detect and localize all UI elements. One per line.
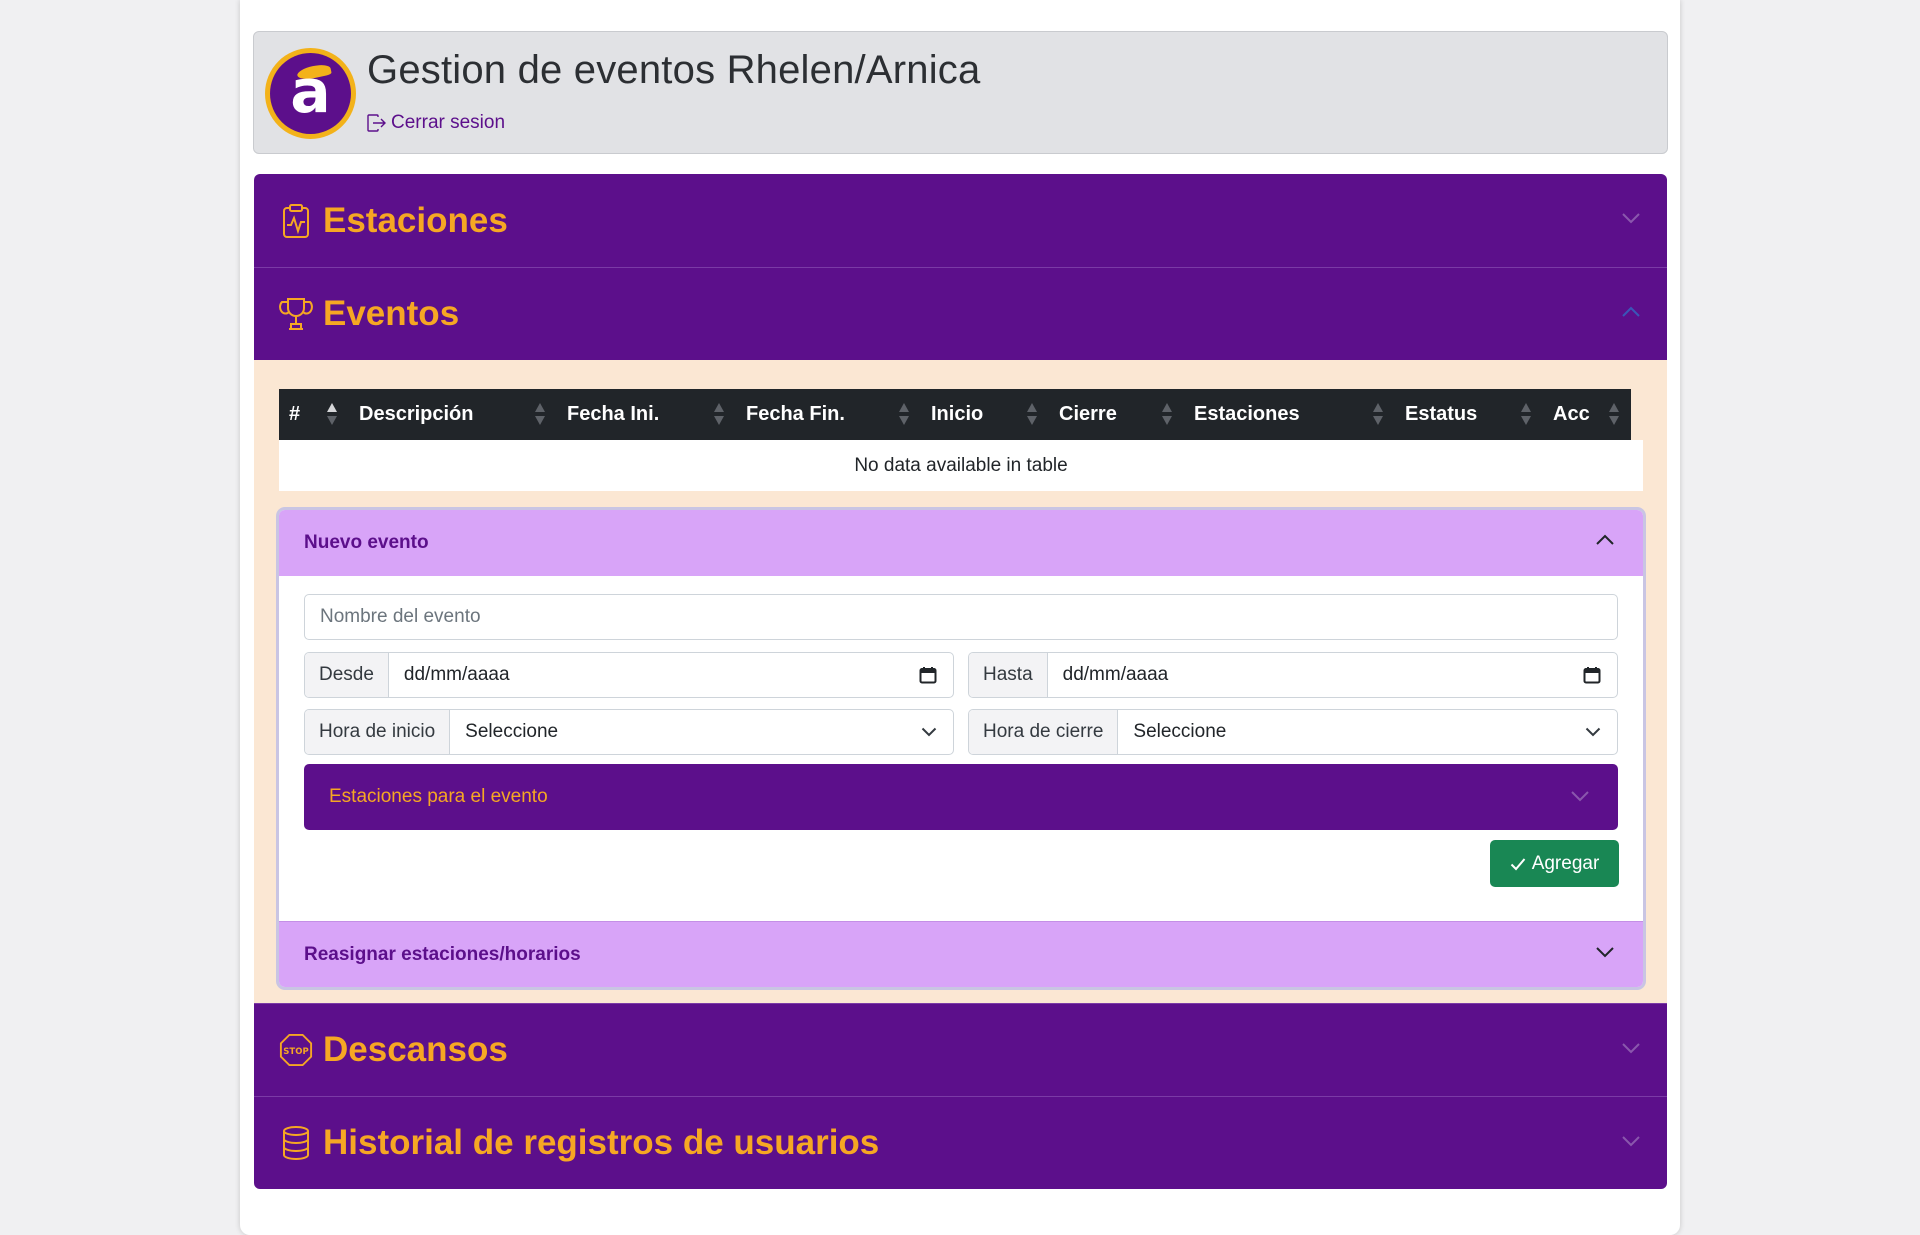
column-header-fecha-ini[interactable]: Fecha Ini. — [557, 389, 736, 440]
sort-icon — [1521, 403, 1531, 425]
svg-text:STOP: STOP — [283, 1047, 308, 1057]
end-time-select[interactable]: Hora de cierre Seleccione — [968, 709, 1618, 755]
clipboard-pulse-icon — [279, 202, 313, 240]
column-header-cierre[interactable]: Cierre — [1049, 389, 1184, 440]
calendar-icon[interactable] — [1583, 666, 1601, 684]
start-time-value: Seleccione — [465, 721, 559, 742]
check-icon — [1510, 857, 1525, 870]
page-title: Gestion de eventos Rhelen/Arnica — [367, 48, 981, 92]
sort-icon — [1609, 403, 1619, 425]
date-from-group[interactable]: Desde dd/mm/aaaa — [304, 652, 954, 698]
sort-icon — [535, 403, 545, 425]
event-name-input[interactable]: Nombre del evento — [304, 594, 1618, 640]
chevron-down-icon — [1622, 1136, 1640, 1147]
chevron-down-icon — [1622, 213, 1640, 224]
section-eventos-header[interactable]: Eventos — [254, 267, 1667, 360]
section-descansos-header[interactable]: STOP Descansos — [254, 1003, 1667, 1096]
events-table: # Descripción Fecha Ini. Fecha Fin. Inic… — [279, 389, 1631, 440]
arnica-logo: a — [265, 48, 356, 139]
logout-link[interactable]: Cerrar sesion — [367, 111, 505, 135]
end-time-label: Hora de cierre — [969, 710, 1119, 754]
chevron-up-icon — [1622, 306, 1640, 317]
chevron-down-icon — [1571, 791, 1589, 802]
new-event-accordion: Nuevo evento Nombre del evento Desde dd/… — [279, 510, 1643, 987]
new-event-header[interactable]: Nuevo evento — [279, 510, 1643, 576]
calendar-icon[interactable] — [919, 666, 937, 684]
section-title: Estaciones — [323, 200, 508, 240]
sort-icon — [1027, 403, 1037, 425]
chevron-down-icon — [1622, 1043, 1640, 1054]
chevron-up-icon — [1596, 534, 1614, 545]
page-container: a Gestion de eventos Rhelen/Arnica Cerra… — [240, 0, 1680, 1235]
column-header-descripcion[interactable]: Descripción — [349, 389, 557, 440]
date-to-group[interactable]: Hasta dd/mm/aaaa — [968, 652, 1618, 698]
event-name-placeholder: Nombre del evento — [320, 606, 481, 627]
database-icon — [279, 1124, 313, 1162]
column-header-fecha-fin[interactable]: Fecha Fin. — [736, 389, 921, 440]
date-to-label: Hasta — [969, 653, 1048, 697]
sort-icon — [1373, 403, 1383, 425]
end-time-value: Seleccione — [1133, 721, 1227, 742]
section-estaciones-header[interactable]: Estaciones — [254, 174, 1667, 267]
trophy-icon — [279, 295, 313, 333]
date-from-value: dd/mm/aaaa — [403, 664, 510, 685]
column-header-estatus[interactable]: Estatus — [1395, 389, 1543, 440]
reassign-title: Reasignar estaciones/horarios — [304, 943, 581, 965]
section-title: Eventos — [323, 294, 460, 333]
sort-icon — [899, 403, 909, 425]
section-title: Historial de registros de usuarios — [323, 1123, 880, 1162]
start-time-select[interactable]: Hora de inicio Seleccione — [304, 709, 954, 755]
stop-sign-icon: STOP — [279, 1031, 313, 1069]
header-card: a Gestion de eventos Rhelen/Arnica Cerra… — [253, 31, 1668, 154]
column-header-estaciones[interactable]: Estaciones — [1184, 389, 1395, 440]
chevron-down-icon — [921, 727, 937, 737]
new-event-form: Nombre del evento Desde dd/mm/aaaa Hasta… — [279, 576, 1643, 921]
chevron-down-icon — [1596, 947, 1614, 958]
sort-icon — [327, 403, 337, 425]
eventos-panel: # Descripción Fecha Ini. Fecha Fin. Inic… — [254, 360, 1667, 1003]
table-empty-message: No data available in table — [279, 440, 1643, 491]
events-table-wrapper: # Descripción Fecha Ini. Fecha Fin. Inic… — [279, 389, 1643, 491]
new-event-title: Nuevo evento — [304, 532, 429, 553]
column-header-acc[interactable]: Acc — [1543, 389, 1631, 440]
event-stations-toggle[interactable]: Estaciones para el evento — [304, 764, 1618, 830]
reassign-header[interactable]: Reasignar estaciones/horarios — [279, 921, 1643, 987]
add-event-button[interactable]: Agregar — [1490, 840, 1619, 887]
start-time-label: Hora de inicio — [305, 710, 451, 754]
date-from-label: Desde — [305, 653, 389, 697]
section-title: Descansos — [323, 1030, 508, 1069]
column-header-id[interactable]: # — [279, 389, 349, 440]
event-stations-label: Estaciones para el evento — [329, 786, 548, 807]
column-header-inicio[interactable]: Inicio — [921, 389, 1049, 440]
add-event-label: Agregar — [1531, 852, 1600, 874]
logout-label: Cerrar sesion — [391, 112, 506, 133]
date-to-value: dd/mm/aaaa — [1062, 664, 1169, 685]
sort-icon — [1162, 403, 1172, 425]
main-accordion: Estaciones Eventos # Descripción Fecha I… — [254, 174, 1667, 1189]
section-historial-header[interactable]: Historial de registros de usuarios — [254, 1096, 1667, 1189]
sort-icon — [714, 403, 724, 425]
logout-icon — [367, 114, 386, 132]
chevron-down-icon — [1585, 727, 1601, 737]
